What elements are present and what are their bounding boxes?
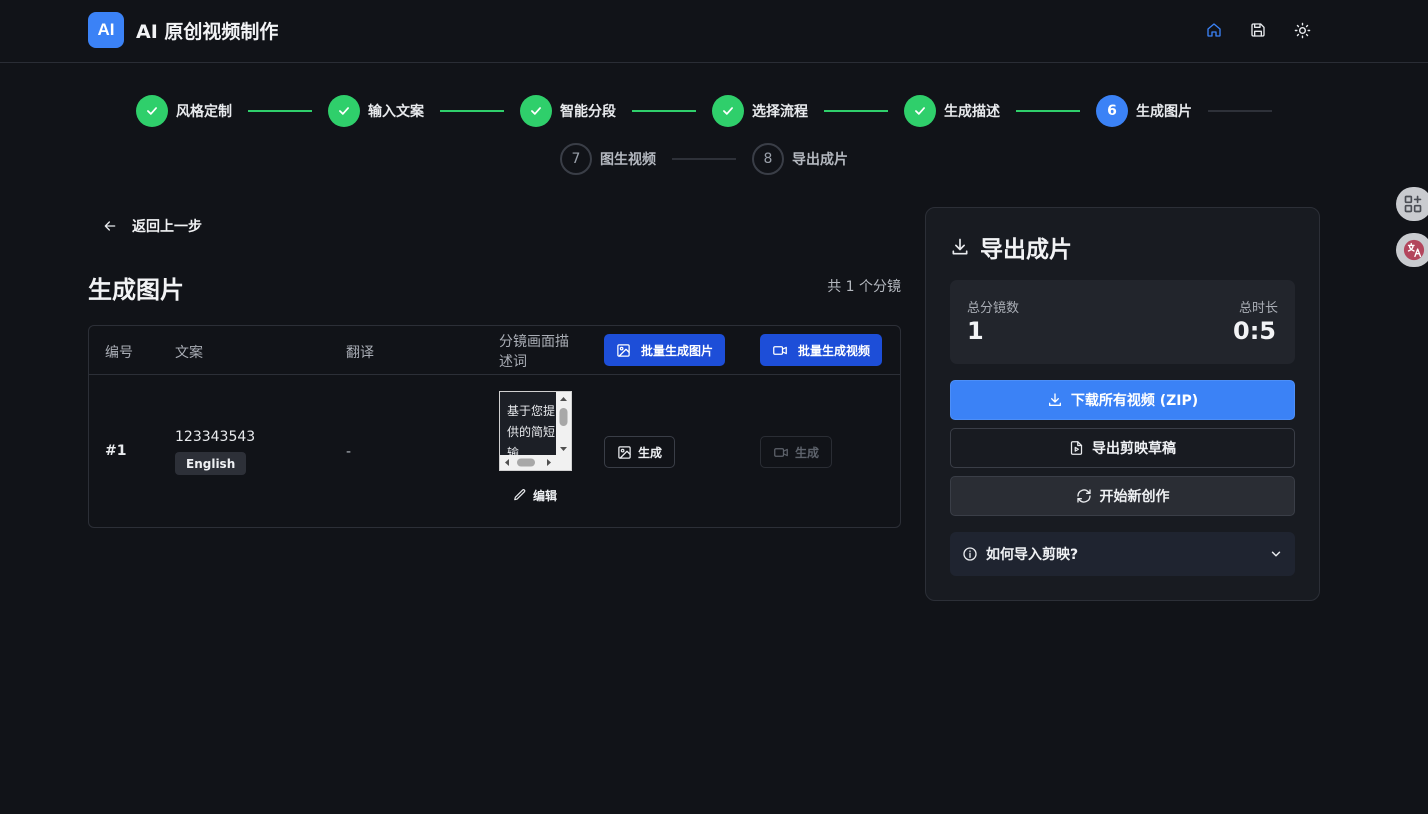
total-shots-label: 总分镜数 (967, 301, 1020, 316)
step-generate-image[interactable]: 6 生成图片 (1096, 95, 1192, 127)
generate-image-label: 生成 (638, 445, 663, 460)
total-duration-value: 0:5 (1233, 317, 1276, 345)
sun-icon[interactable] (1291, 19, 1313, 41)
new-creation-button[interactable]: 开始新创作 (950, 476, 1295, 516)
faq-label: 如何导入剪映? (986, 547, 1079, 563)
step-label: 风格定制 (176, 104, 232, 120)
app-title: AI 原创视频制作 (136, 21, 279, 43)
file-video-icon (1069, 440, 1084, 456)
download-icon (950, 237, 970, 257)
total-duration-label: 总时长 (1238, 301, 1278, 316)
refresh-icon (1076, 488, 1092, 504)
step-image-to-video[interactable]: 7 图生视频 (560, 143, 656, 175)
step-export-video[interactable]: 8 导出成片 (752, 143, 848, 175)
step-connector (632, 110, 696, 112)
step-connector (248, 110, 312, 112)
step-label: 生成描述 (944, 104, 1000, 120)
check-icon (712, 95, 744, 127)
edit-description-button[interactable]: 编辑 (513, 486, 557, 504)
info-icon (962, 546, 978, 562)
export-draft-label: 导出剪映草稿 (1092, 441, 1176, 457)
language-badge: English (175, 452, 247, 475)
apps-float-button[interactable] (1396, 187, 1428, 221)
back-label: 返回上一步 (132, 219, 202, 235)
check-icon (520, 95, 552, 127)
step-label: 智能分段 (560, 104, 616, 120)
check-icon (904, 95, 936, 127)
bulk-generate-images-button[interactable]: 批量生成图片 (604, 334, 726, 366)
description-textarea[interactable]: 基于您提供的简短输 (499, 391, 572, 471)
chevron-down-icon (1269, 547, 1283, 561)
header-description: 分镜画面描述词 (499, 334, 569, 370)
step-generate-description[interactable]: 生成描述 (904, 95, 1000, 127)
download-icon (1047, 392, 1063, 408)
step-label: 图生视频 (600, 152, 656, 168)
bulk-video-label: 批量生成视频 (798, 343, 871, 358)
step-number: 7 (560, 143, 592, 175)
header-number: 编号 (105, 345, 133, 361)
step-label: 生成图片 (1136, 104, 1192, 120)
table-header: 编号 文案 翻译 分镜画面描述词 批量生成图片 批量生成视频 (89, 326, 900, 375)
header-translation: 翻译 (346, 345, 374, 361)
translate-float-button[interactable] (1396, 233, 1428, 267)
horizontal-scrollbar[interactable] (500, 455, 571, 470)
download-all-videos-button[interactable]: 下载所有视频 (ZIP) (950, 380, 1295, 420)
check-icon (328, 95, 360, 127)
export-panel: 导出成片 总分镜数 1 总时长 0:5 下载所有视频 (ZIP) 导出剪映草稿 … (925, 207, 1320, 601)
top-header: AI AI 原创视频制作 (0, 0, 1428, 63)
panel-title-text: 导出成片 (980, 237, 1072, 263)
back-button[interactable]: 返回上一步 (102, 214, 202, 238)
arrow-left-icon (102, 218, 118, 234)
step-smart-segment[interactable]: 智能分段 (520, 95, 616, 127)
step-number: 6 (1096, 95, 1128, 127)
step-label: 输入文案 (368, 104, 424, 120)
save-icon[interactable] (1247, 19, 1269, 41)
stats-card: 总分镜数 1 总时长 0:5 (950, 280, 1295, 364)
step-label: 选择流程 (752, 104, 808, 120)
shot-count: 共 1 个分镜 (827, 279, 901, 295)
video-icon (772, 343, 788, 358)
edit-label: 编辑 (533, 488, 558, 503)
video-icon (773, 445, 789, 460)
panel-title: 导出成片 (950, 230, 1072, 264)
storyboard-table: 编号 文案 翻译 分镜画面描述词 批量生成图片 批量生成视频 #1 123343… (88, 325, 901, 528)
generate-image-button[interactable]: 生成 (604, 436, 676, 468)
check-icon (136, 95, 168, 127)
generate-video-label: 生成 (795, 445, 820, 460)
download-label: 下载所有视频 (ZIP) (1070, 393, 1199, 409)
row-number: #1 (105, 443, 127, 459)
export-draft-button[interactable]: 导出剪映草稿 (950, 428, 1295, 468)
bulk-generate-videos-button[interactable]: 批量生成视频 (760, 334, 883, 366)
apps-icon (1403, 194, 1423, 214)
generate-video-button[interactable]: 生成 (760, 436, 833, 468)
description-text: 基于您提供的简短输 (500, 392, 557, 456)
step-connector (440, 110, 504, 112)
vertical-scrollbar[interactable] (556, 392, 571, 456)
page-title: 生成图片 (88, 276, 184, 304)
step-connector (672, 158, 736, 160)
bulk-image-label: 批量生成图片 (641, 343, 714, 358)
image-icon (617, 445, 632, 460)
row-translation: - (346, 444, 352, 460)
step-choose-flow[interactable]: 选择流程 (712, 95, 808, 127)
app-logo: AI (88, 12, 124, 48)
step-style-custom[interactable]: 风格定制 (136, 95, 232, 127)
step-connector (1208, 110, 1272, 112)
row-script: 123343543 (175, 429, 256, 445)
header-script: 文案 (175, 345, 203, 361)
step-connector (824, 110, 888, 112)
import-help-accordion[interactable]: 如何导入剪映? (950, 532, 1295, 576)
step-number: 8 (752, 143, 784, 175)
pencil-icon (513, 488, 527, 502)
step-label: 导出成片 (792, 152, 848, 168)
translate-icon (1403, 239, 1425, 261)
total-shots-value: 1 (967, 317, 984, 345)
image-icon (616, 343, 631, 358)
new-creation-label: 开始新创作 (1099, 489, 1170, 505)
home-icon[interactable] (1203, 19, 1225, 41)
step-connector (1016, 110, 1080, 112)
step-input-script[interactable]: 输入文案 (328, 95, 424, 127)
